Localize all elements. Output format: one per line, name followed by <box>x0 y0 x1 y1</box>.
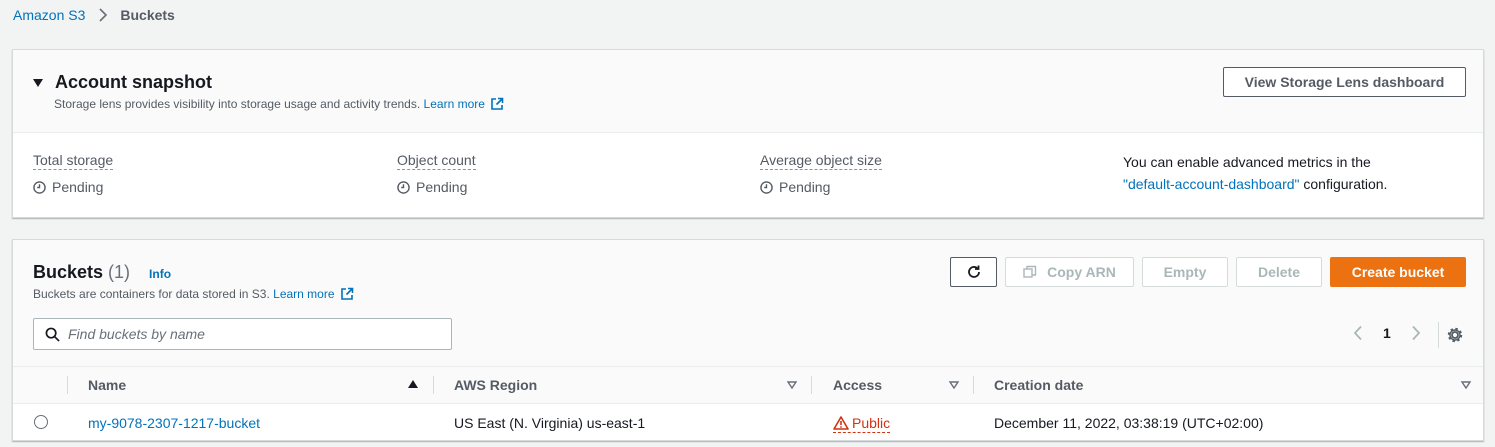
sort-ascending-icon[interactable] <box>408 380 418 388</box>
account-snapshot-panel: Account snapshot Storage lens provides v… <box>12 49 1484 218</box>
delete-button[interactable]: Delete <box>1236 257 1322 287</box>
breadcrumb-amazon-s3-link[interactable]: Amazon S3 <box>13 7 85 23</box>
chevron-right-icon <box>99 8 108 22</box>
column-creation-date[interactable]: Creation date <box>994 377 1083 393</box>
clock-icon <box>397 180 410 194</box>
advanced-metrics-text: You can enable advanced metrics in the <box>1123 154 1371 170</box>
table-row: my-9078-2307-1217-bucket US East (N. Vir… <box>13 405 1483 441</box>
pager-divider <box>1438 322 1439 348</box>
bucket-access[interactable]: Public <box>833 415 891 433</box>
bucket-access-label: Public <box>852 415 891 431</box>
copy-arn-button[interactable]: Copy ARN <box>1005 257 1134 287</box>
clock-icon <box>33 180 46 194</box>
copy-icon <box>1023 265 1037 278</box>
current-page[interactable]: 1 <box>1383 325 1391 341</box>
warning-icon <box>833 416 849 430</box>
metric-label[interactable]: Average object size <box>760 152 882 170</box>
metric-label[interactable]: Total storage <box>33 152 114 170</box>
table-header: Name AWS Region Access Creation date <box>13 367 1483 404</box>
buckets-description: Buckets are containers for data stored i… <box>33 287 354 301</box>
bucket-creation-date: December 11, 2022, 03:38:19 (UTC+02:00) <box>994 415 1264 431</box>
bucket-region: US East (N. Virginia) us-east-1 <box>454 415 646 431</box>
sort-icon[interactable] <box>787 381 797 389</box>
chevron-right-icon[interactable] <box>1411 325 1421 341</box>
metric-value: Pending <box>52 179 104 195</box>
refresh-button[interactable] <box>950 257 997 287</box>
account-snapshot-toggle[interactable]: Account snapshot <box>33 72 212 93</box>
sort-icon[interactable] <box>949 381 959 389</box>
buckets-header: Buckets (1) Info Buckets are containers … <box>13 240 1483 367</box>
column-name[interactable]: Name <box>88 377 126 393</box>
default-account-dashboard-link[interactable]: "default-account-dashboard" <box>1123 176 1300 192</box>
buckets-learn-more-link[interactable]: Learn more <box>273 287 334 301</box>
caret-down-icon <box>33 79 43 87</box>
metric-value: Pending <box>779 179 831 195</box>
external-link-icon <box>340 287 353 300</box>
search-field[interactable] <box>33 318 452 350</box>
column-divider <box>811 376 812 394</box>
search-input[interactable] <box>68 326 438 342</box>
snapshot-learn-more-link[interactable]: Learn more <box>424 97 485 111</box>
account-snapshot-description: Storage lens provides visibility into st… <box>54 97 504 111</box>
column-aws-region[interactable]: AWS Region <box>454 377 537 393</box>
buckets-title-text: Buckets <box>33 262 104 282</box>
metric-total-storage: Total storage Pending <box>33 152 114 195</box>
buckets-title: Buckets (1) Info <box>33 262 171 283</box>
external-link-icon <box>491 97 504 110</box>
info-link[interactable]: Info <box>149 267 171 281</box>
sort-icon[interactable] <box>1461 381 1471 389</box>
breadcrumb-current: Buckets <box>120 7 175 23</box>
refresh-icon <box>967 265 980 278</box>
empty-button[interactable]: Empty <box>1142 257 1228 287</box>
chevron-left-icon[interactable] <box>1353 325 1363 341</box>
bucket-name-link[interactable]: my-9078-2307-1217-bucket <box>88 415 260 431</box>
copy-arn-label: Copy ARN <box>1047 264 1116 280</box>
buckets-description-text: Buckets are containers for data stored i… <box>33 287 270 301</box>
gear-icon[interactable] <box>1446 326 1464 344</box>
row-select-radio[interactable] <box>34 415 48 429</box>
advanced-metrics-suffix: configuration. <box>1303 176 1388 192</box>
metric-object-count: Object count Pending <box>397 152 476 195</box>
column-divider <box>67 376 68 394</box>
snapshot-description-text: Storage lens provides visibility into st… <box>54 97 421 111</box>
account-snapshot-title: Account snapshot <box>55 72 213 92</box>
metric-average-object-size: Average object size Pending <box>760 152 882 195</box>
column-divider <box>433 376 434 394</box>
breadcrumb: Amazon S3 Buckets <box>13 6 175 24</box>
view-storage-lens-button[interactable]: View Storage Lens dashboard <box>1223 67 1466 97</box>
buckets-count: (1) <box>108 262 131 282</box>
metric-value: Pending <box>416 179 468 195</box>
search-icon <box>45 327 60 342</box>
advanced-metrics-note: You can enable advanced metrics in the "… <box>1123 151 1387 195</box>
metric-label[interactable]: Object count <box>397 152 476 170</box>
column-access[interactable]: Access <box>833 377 882 393</box>
account-snapshot-header: Account snapshot Storage lens provides v… <box>13 50 1483 133</box>
buckets-panel: Buckets (1) Info Buckets are containers … <box>12 239 1484 441</box>
create-bucket-button[interactable]: Create bucket <box>1330 257 1466 287</box>
pagination: 1 <box>1353 325 1421 341</box>
column-divider <box>973 376 974 394</box>
clock-icon <box>760 180 773 194</box>
